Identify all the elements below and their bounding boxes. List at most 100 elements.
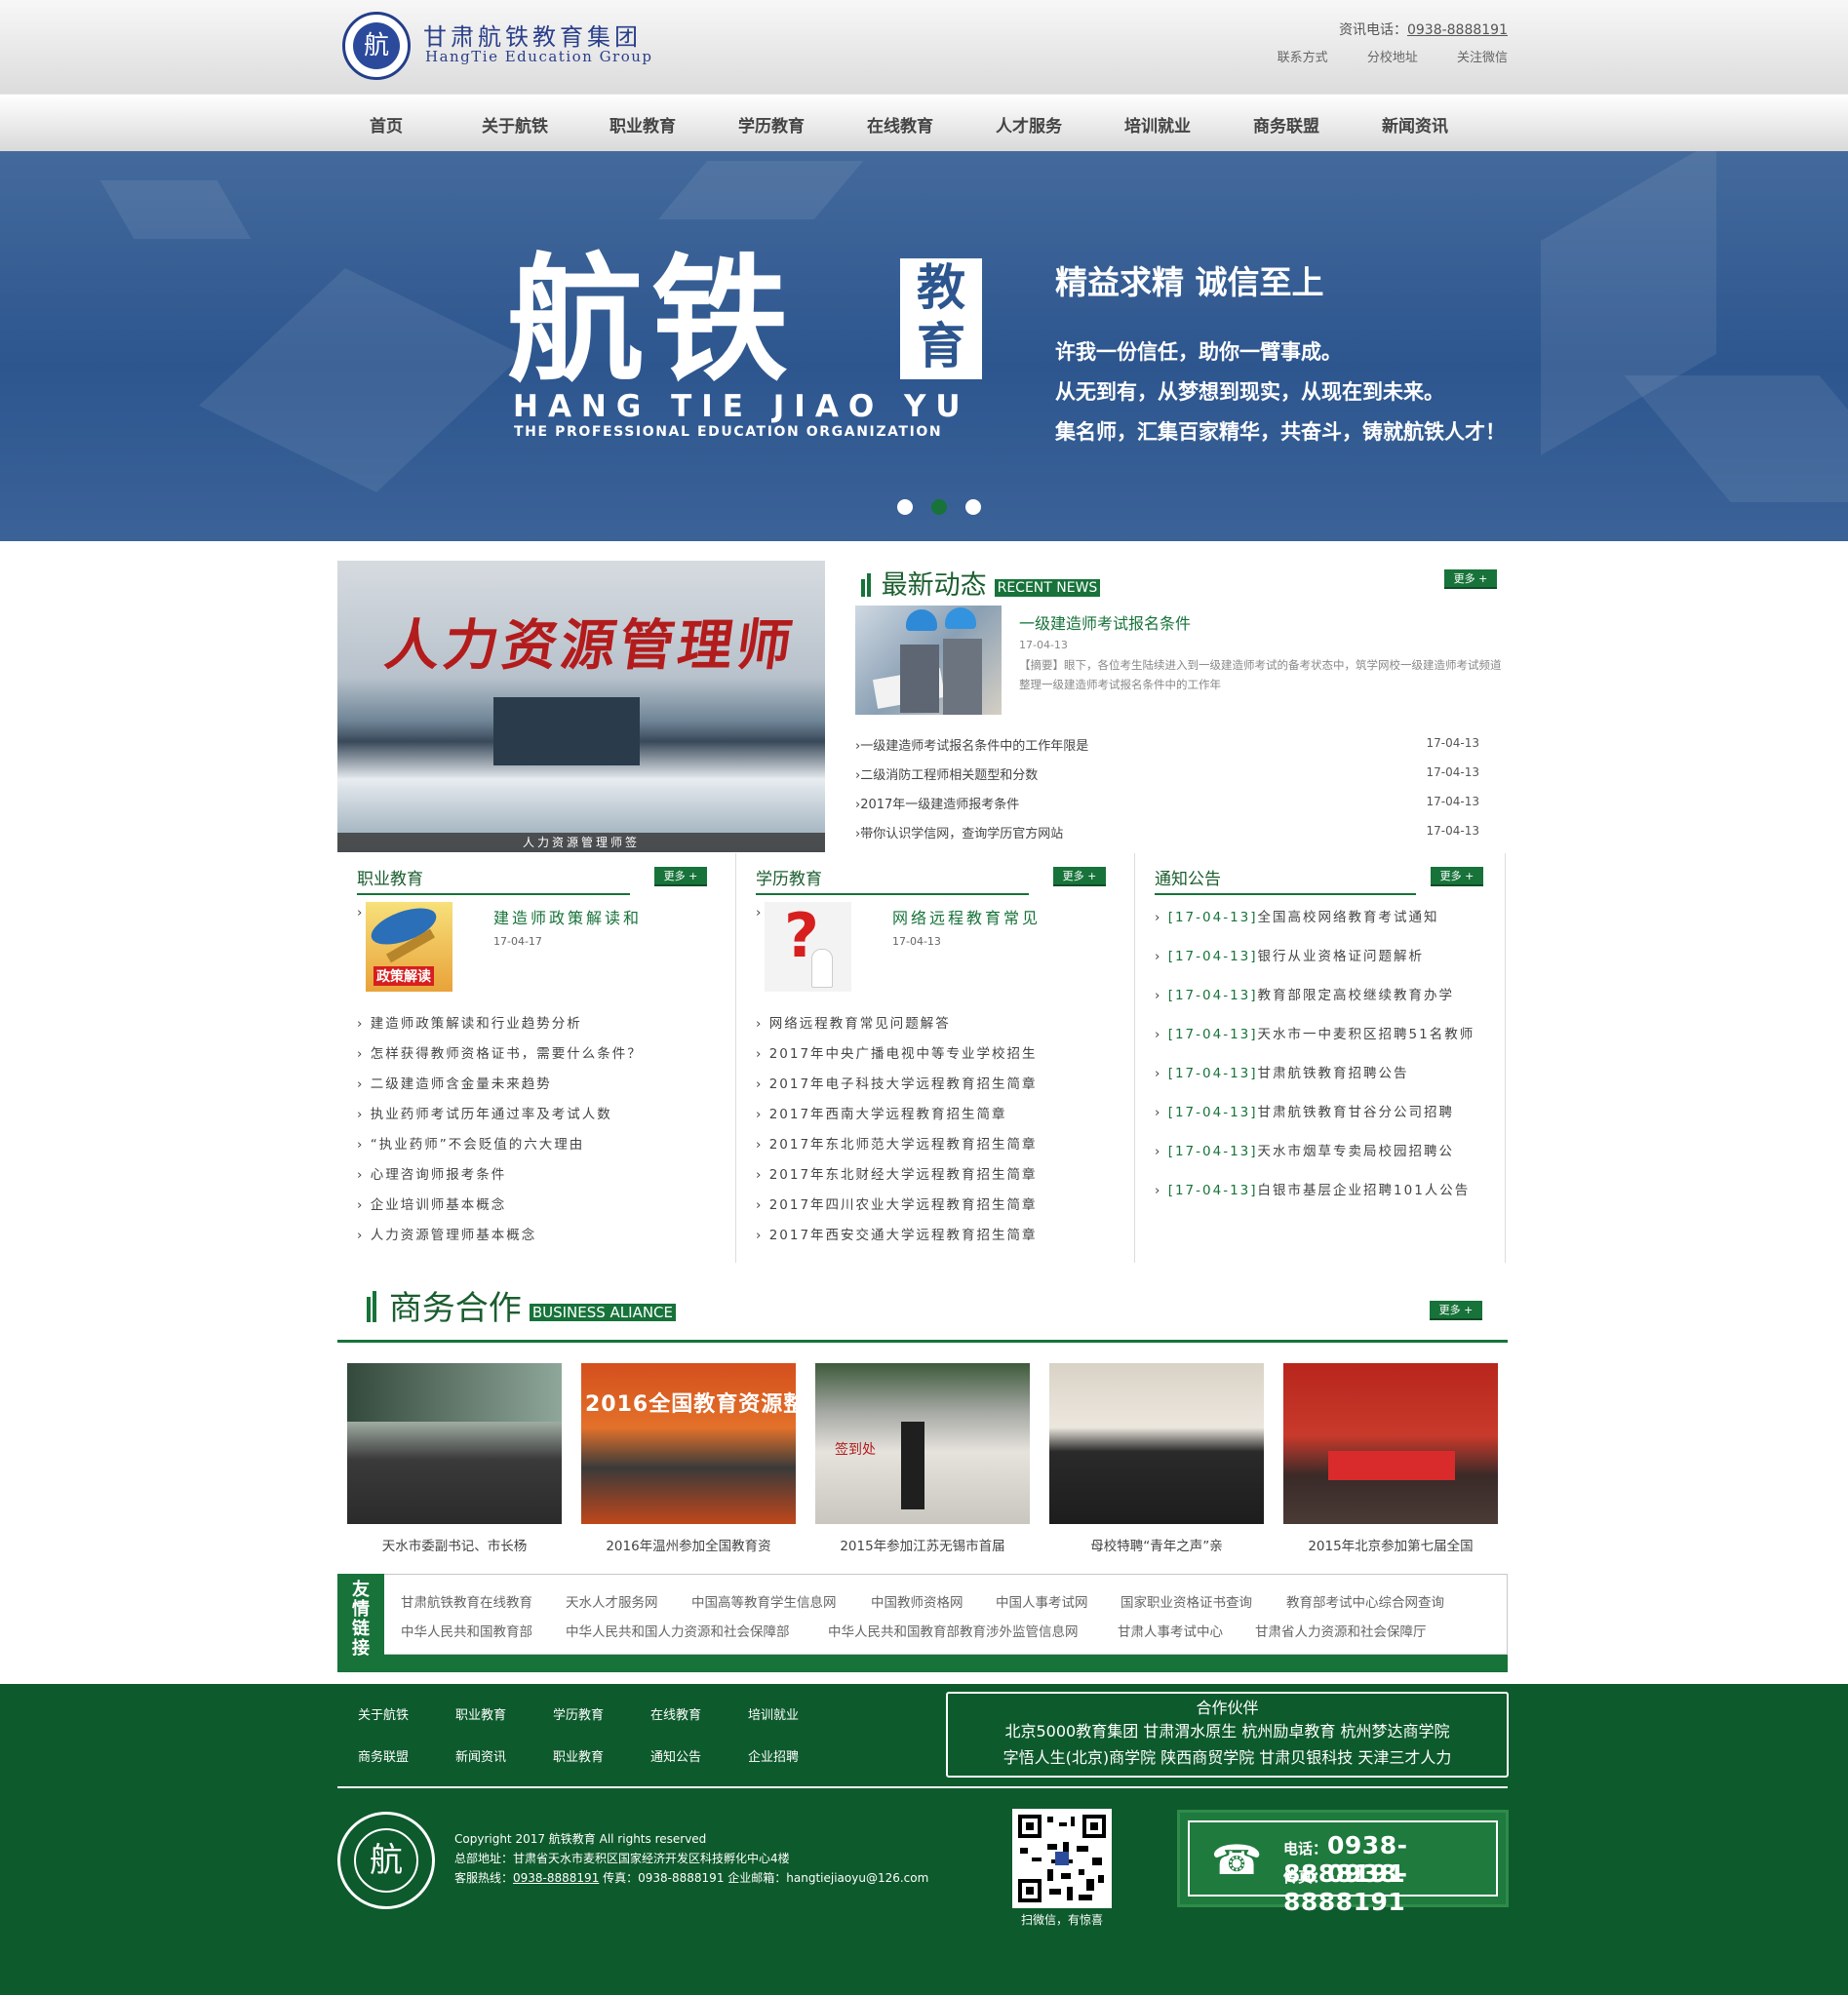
news-more-button[interactable]: 更多 + (1444, 569, 1497, 589)
list-item-text[interactable]: 执业药师考试历年通过率及考试人数 (371, 1107, 612, 1122)
feature-image[interactable]: 人力资源管理师 人力资源管理师签 (337, 561, 825, 852)
list-item-text[interactable]: 2017年东北财经大学远程教育招生简章 (769, 1167, 1038, 1183)
list-item-text[interactable]: 2017年中央广播电视中等专业学校招生 (769, 1046, 1038, 1062)
logo-cn-text[interactable]: 甘肃航铁教育集团 (423, 18, 642, 52)
academic-thumb[interactable]: ? (765, 902, 851, 992)
notice-item[interactable]: › [17-04-13]甘肃航铁教育甘谷分公司招聘 (1155, 1101, 1454, 1120)
vocational-item[interactable]: › “执业药师”不会贬值的六大理由 (357, 1133, 584, 1153)
academic-item[interactable]: › 网络远程教育常见问题解答 (756, 1012, 951, 1032)
friend-link[interactable]: 甘肃航铁教育在线教育 (401, 1591, 532, 1611)
notices-more-button[interactable]: 更多 + (1431, 867, 1483, 886)
news-featured-title[interactable]: 一级建造师考试报名条件 (1019, 610, 1191, 634)
hero-banner[interactable]: 航铁 教 育 HANG TIE JIAO YU THE PROFESSIONAL… (0, 151, 1848, 541)
list-item-text[interactable]: 人力资源管理师基本概念 (371, 1228, 537, 1243)
friend-link[interactable]: 甘肃省人力资源和社会保障厅 (1255, 1621, 1427, 1640)
news-item-title[interactable]: ›2017年一级建造师报考条件 (855, 798, 1019, 812)
academic-item[interactable]: › 2017年中央广播电视中等专业学校招生 (756, 1042, 1038, 1062)
friend-link[interactable]: 中国人事考试网 (996, 1591, 1088, 1611)
nav-item-academic[interactable]: 学历教育 (713, 112, 830, 137)
friend-link[interactable]: 中国高等教育学生信息网 (691, 1591, 837, 1611)
slide-dot[interactable] (965, 499, 981, 515)
notice-item[interactable]: › [17-04-13]天水市烟草专卖局校园招聘公 (1155, 1140, 1454, 1159)
notice-title[interactable]: 天水市一中麦积区招聘51名教师 (1258, 1027, 1475, 1042)
academic-item[interactable]: › 2017年电子科技大学远程教育招生简章 (756, 1073, 1038, 1092)
partners-line[interactable]: 北京5000教育集团 甘肃渭水原生 杭州励卓教育 杭州梦达商学院 (948, 1718, 1507, 1744)
business-photo[interactable] (1283, 1363, 1498, 1524)
nav-item-vocational[interactable]: 职业教育 (584, 112, 701, 137)
notice-item[interactable]: › [17-04-13]银行从业资格证问题解析 (1155, 945, 1424, 964)
nav-item-news[interactable]: 新闻资讯 (1357, 112, 1474, 137)
vocational-item[interactable]: › 心理咨询师报考条件 (357, 1163, 506, 1183)
notice-item[interactable]: › [17-04-13]全国高校网络教育考试通知 (1155, 906, 1439, 925)
news-featured-image[interactable] (855, 606, 1002, 715)
nav-item-about[interactable]: 关于航铁 (456, 112, 573, 137)
business-photo[interactable]: 签到处 (815, 1363, 1030, 1524)
list-item-text[interactable]: 怎样获得教师资格证书，需要什么条件？ (371, 1046, 643, 1062)
list-item-text[interactable]: 2017年西安交通大学远程教育招生简章 (769, 1228, 1038, 1243)
friend-link[interactable]: 天水人才服务网 (566, 1591, 658, 1611)
academic-featured-title[interactable]: 网络远程教育常见 (892, 905, 1041, 928)
news-item[interactable]: ›二级消防工程师相关题型和分数 17-04-13 (855, 764, 1479, 783)
business-photo-caption[interactable]: 2015年北京参加第七届全国 (1283, 1535, 1498, 1554)
vocational-item[interactable]: › 怎样获得教师资格证书，需要什么条件？ (357, 1042, 643, 1062)
news-item-title[interactable]: ›二级消防工程师相关题型和分数 (855, 768, 1038, 783)
vocational-item[interactable]: › 人力资源管理师基本概念 (357, 1224, 536, 1243)
notice-item[interactable]: › [17-04-13]教育部限定高校继续教育办学 (1155, 984, 1454, 1003)
list-item-text[interactable]: 建造师政策解读和行业趋势分析 (371, 1016, 582, 1032)
vocational-item[interactable]: › 二级建造师含金量未来趋势 (357, 1073, 552, 1092)
news-item[interactable]: ›带你认识学信网，查询学历官方网站 17-04-13 (855, 823, 1479, 841)
partners-line[interactable]: 字悟人生(北京)商学院 陕西商贸学院 甘肃贝银科技 天津三才人力 (948, 1744, 1507, 1771)
notice-item[interactable]: › [17-04-13]天水市一中麦积区招聘51名教师 (1155, 1023, 1474, 1042)
academic-item[interactable]: › 2017年东北师范大学远程教育招生简章 (756, 1133, 1038, 1153)
business-photo[interactable] (347, 1363, 562, 1524)
footer-link[interactable]: 新闻资讯 (455, 1746, 506, 1765)
nav-item-training[interactable]: 培训就业 (1099, 112, 1216, 137)
footer-link[interactable]: 职业教育 (553, 1746, 604, 1765)
list-item-text[interactable]: 2017年西南大学远程教育招生简章 (769, 1107, 1007, 1122)
nav-item-online[interactable]: 在线教育 (842, 112, 959, 137)
phone-number[interactable]: 0938-8888191 (1407, 22, 1508, 38)
wechat-qr-code[interactable] (1012, 1809, 1112, 1908)
top-link-branches[interactable]: 分校地址 (1367, 51, 1418, 65)
list-item-text[interactable]: 网络远程教育常见问题解答 (769, 1016, 951, 1032)
slide-dot[interactable] (897, 499, 913, 515)
vocational-item[interactable]: › 企业培训师基本概念 (357, 1193, 506, 1213)
top-link-wechat[interactable]: 关注微信 (1457, 51, 1508, 65)
friend-link[interactable]: 国家职业资格证书查询 (1121, 1591, 1252, 1611)
academic-item[interactable]: › 2017年西南大学远程教育招生简章 (756, 1103, 1007, 1122)
friend-link[interactable]: 中华人民共和国教育部教育涉外监管信息网 (828, 1621, 1079, 1640)
business-photo-caption[interactable]: 天水市委副书记、市长杨 (347, 1535, 562, 1554)
notice-title[interactable]: 银行从业资格证问题解析 (1258, 949, 1425, 964)
academic-item[interactable]: › 2017年东北财经大学远程教育招生简章 (756, 1163, 1038, 1183)
business-photo[interactable] (1049, 1363, 1264, 1524)
friend-link[interactable]: 中华人民共和国教育部 (401, 1621, 532, 1640)
notice-item[interactable]: › [17-04-13]甘肃航铁教育招聘公告 (1155, 1062, 1409, 1081)
slide-dot[interactable] (931, 499, 947, 515)
footer-link[interactable]: 关于航铁 (358, 1704, 409, 1723)
notice-title[interactable]: 甘肃航铁教育招聘公告 (1258, 1066, 1409, 1081)
friend-link[interactable]: 教育部考试中心综合网查询 (1286, 1591, 1444, 1611)
footer-link[interactable]: 在线教育 (650, 1704, 701, 1723)
vocational-more-button[interactable]: 更多 + (654, 867, 707, 886)
news-item-title[interactable]: ›带你认识学信网，查询学历官方网站 (855, 827, 1063, 841)
notice-title[interactable]: 全国高校网络教育考试通知 (1258, 910, 1439, 925)
vocational-featured-title[interactable]: 建造师政策解读和 (493, 905, 642, 928)
business-photo-caption[interactable]: 母校特聘“青年之声”亲 (1049, 1535, 1264, 1554)
nav-item-business[interactable]: 商务联盟 (1228, 112, 1345, 137)
list-item-text[interactable]: 2017年东北师范大学远程教育招生简章 (769, 1137, 1038, 1153)
friend-link[interactable]: 中华人民共和国人力资源和社会保障部 (566, 1621, 790, 1640)
academic-more-button[interactable]: 更多 + (1053, 867, 1106, 886)
notice-title[interactable]: 天水市烟草专卖局校园招聘公 (1258, 1144, 1455, 1159)
news-item[interactable]: ›一级建造师考试报名条件中的工作年限是 17-04-13 (855, 735, 1479, 754)
logo-emblem[interactable]: 航 (342, 12, 411, 80)
academic-item[interactable]: › 2017年西安交通大学远程教育招生简章 (756, 1224, 1038, 1243)
list-item-text[interactable]: 二级建造师含金量未来趋势 (371, 1076, 552, 1092)
vocational-item[interactable]: › 建造师政策解读和行业趋势分析 (357, 1012, 582, 1032)
list-item-text[interactable]: 2017年四川农业大学远程教育招生简章 (769, 1197, 1038, 1213)
vocational-item[interactable]: › 执业药师考试历年通过率及考试人数 (357, 1103, 612, 1122)
footer-link[interactable]: 商务联盟 (358, 1746, 409, 1765)
top-link-contact[interactable]: 联系方式 (1278, 51, 1328, 65)
academic-item[interactable]: › 2017年四川农业大学远程教育招生简章 (756, 1193, 1038, 1213)
list-item-text[interactable]: 2017年电子科技大学远程教育招生简章 (769, 1076, 1038, 1092)
business-photo-caption[interactable]: 2016年温州参加全国教育资 (581, 1535, 796, 1554)
